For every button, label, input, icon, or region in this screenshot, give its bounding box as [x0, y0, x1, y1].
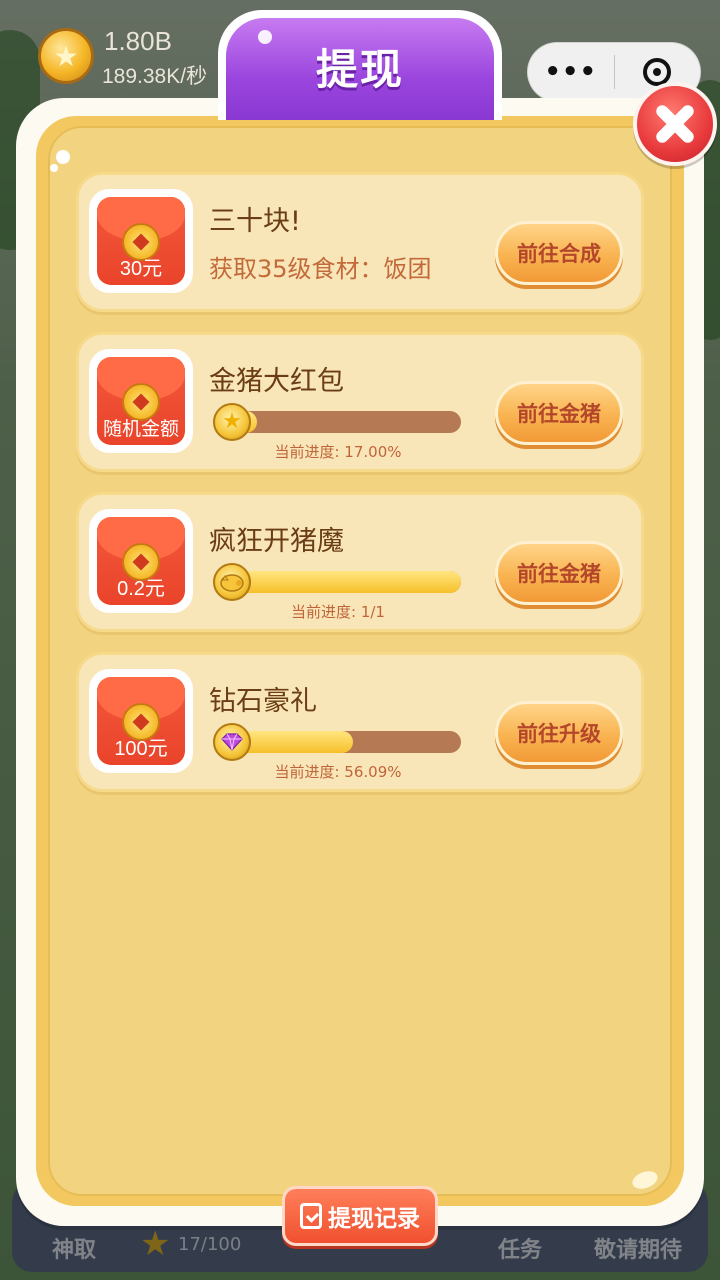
- red-packet-icon: 30元: [97, 197, 185, 285]
- reward-amount: 0.2元: [117, 578, 165, 600]
- task-title: 三十块!: [209, 206, 301, 237]
- red-packet-frame: 0.2元: [89, 509, 193, 613]
- red-packet-frame: 30元: [89, 189, 193, 293]
- more-dots-icon[interactable]: •••: [528, 42, 614, 102]
- task-card: 0.2元 疯狂开猪魔 当前进度: 1/1 前往金猪: [76, 492, 644, 632]
- progress-text: 当前进度: 1/1: [291, 603, 385, 621]
- red-packet-icon: 0.2元: [97, 517, 185, 605]
- go-golden-pig-button[interactable]: 前往金猪: [495, 381, 623, 445]
- task-title: 钻石豪礼: [209, 686, 317, 717]
- withdraw-record-label: 提现记录: [328, 1206, 420, 1232]
- reward-amount: 30元: [119, 258, 163, 280]
- red-packet-frame: 100元: [89, 669, 193, 773]
- red-packet-icon: 随机金额: [97, 357, 185, 445]
- coin-rate: 189.38K/秒: [102, 65, 208, 88]
- task-title: 金猪大红包: [209, 366, 344, 397]
- panel-shine: [56, 150, 70, 164]
- task-card: 100元 钻石豪礼 当前进度: 56.09% 前往升级: [76, 652, 644, 792]
- close-button[interactable]: [633, 82, 717, 166]
- task-card: 随机金额 金猪大红包 ★ 当前进度: 17.00% 前往金猪: [76, 332, 644, 472]
- coin-icon: ★: [38, 28, 94, 84]
- close-icon: [653, 102, 697, 146]
- go-merge-button[interactable]: 前往合成: [495, 221, 623, 285]
- coin-stats: ★ 1.80B 189.38K/秒: [38, 26, 238, 88]
- progress-bar: [213, 723, 461, 761]
- progress-fill: [215, 571, 461, 593]
- page-title: 提现: [315, 45, 404, 94]
- red-packet-icon: 100元: [97, 677, 185, 765]
- title-shine: [258, 30, 272, 44]
- star-icon: ★: [213, 403, 251, 441]
- reward-amount: 随机金额: [102, 419, 179, 440]
- coin-total: 1.80B: [104, 26, 172, 56]
- progress-bar: [213, 563, 461, 601]
- withdraw-record-button[interactable]: 提现记录: [282, 1186, 438, 1246]
- task-card: 30元 三十块! 获取35级食材：饭团 前往合成: [76, 172, 644, 312]
- red-packet-frame: 随机金额: [89, 349, 193, 453]
- progress-text: 当前进度: 17.00%: [274, 443, 402, 461]
- pig-icon: [213, 563, 251, 601]
- title-tab: 提现: [218, 10, 502, 120]
- task-title: 疯狂开猪魔: [209, 526, 344, 557]
- progress-text: 当前进度: 56.09%: [274, 763, 402, 781]
- panel-shine: [50, 164, 58, 172]
- diamond-icon: [213, 723, 251, 761]
- go-golden-pig-button[interactable]: 前往金猪: [495, 541, 623, 605]
- clipboard-check-icon: [300, 1203, 322, 1229]
- progress-bar: ★: [213, 403, 461, 441]
- reward-amount: 100元: [114, 738, 168, 760]
- go-upgrade-button[interactable]: 前往升级: [495, 701, 623, 765]
- task-description: 获取35级食材：饭团: [209, 255, 432, 283]
